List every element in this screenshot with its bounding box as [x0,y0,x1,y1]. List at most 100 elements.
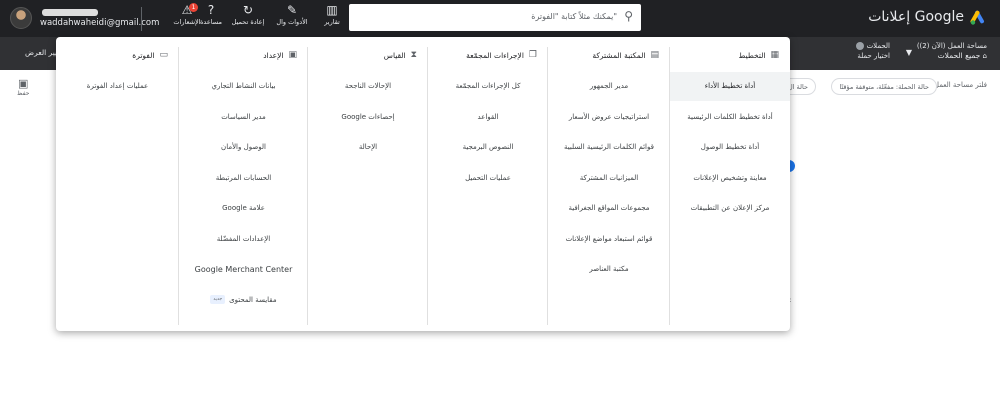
top-header: waddahwaheidi@gmail.com ⚠ 1 الإشعارات ? … [0,0,1000,37]
menu-heading-bulk-actions: ❐ الإجراءات المجمّعة [466,50,537,60]
menu-heading-label: الإجراءات المجمّعة [466,50,524,60]
new-badge: جديد [210,295,226,304]
menu-item-label: مجموعات المواقع الجغرافية [568,204,650,212]
menu-item-planning-2[interactable]: أداة تخطيط الوصول [670,133,790,162]
menu-heading-label: الإعداد [263,50,284,60]
library-icon: ▤ [650,50,659,60]
menu-item-shared-library-3[interactable]: الميزانيات المشتركة [548,164,670,193]
campaign-selector[interactable]: الحملات اختيار حملة [856,41,890,61]
campaign-status-dot [856,42,865,50]
calendar-icon: ▦ [770,50,779,60]
menu-item-label: مكتبة العناصر [589,265,629,273]
menu-heading-planning: ▦ التخطيط [738,50,779,60]
menu-item-label: كل الإجراءات المجمّعة [455,82,521,90]
menu-column-measurement: ⧗ القياس الإحالات الناجحة إحصاءات Google الإ… [308,37,428,325]
refresh-button[interactable]: ↻ إعادة تحميل [226,3,270,27]
menu-item-label: مقايسة المحتوى [229,295,277,304]
menu-item-label: عمليات التحميل [465,173,511,182]
menu-column-shared-library: ▤ المكتبة المشتركة مدير الجمهور استراتيجيات… [548,37,670,325]
menu-heading-label: الفوترة [132,50,155,60]
save-button[interactable]: ▣ حفظ [17,77,29,97]
menu-item-bulk-actions-2[interactable]: النصوص البرمجية [428,133,548,162]
menu-item-shared-library-4[interactable]: مجموعات المواقع الجغرافية [548,194,670,223]
menu-item-label: الوصول والأمان [221,143,266,151]
brand-title: إعلانات Google [868,9,964,25]
campaign-status-filter-chip[interactable]: حالة الحملة: مفعّلة، متوقفة مؤقتًا [831,78,937,95]
reports-button[interactable]: ▥ تقارير [310,3,354,27]
menu-item-label: أداة تخطيط الأداء [704,82,756,90]
menu-column-billing: ▭ الفوترة عمليات إعداد الفوترة [56,37,179,325]
refresh-icon: ↻ [242,3,254,17]
save-icon: ▣ [18,77,29,90]
hourglass-icon: ⧗ [410,50,417,60]
search-input[interactable]: يمكنك مثلاً كتابة "الفوترة" ⚲ [349,4,641,31]
google-ads-logo-icon [970,10,987,25]
header-divider [141,7,142,31]
menu-item-label: معاينة وتشخيص الإعلانات [693,173,767,182]
menu-item-label: إحصاءات Google [341,112,395,121]
menu-heading-shared-library: ▤ المكتبة المشتركة [592,50,659,60]
menu-heading-label: القياس [383,50,406,60]
menu-item-label: الإحالات الناجحة [344,82,392,90]
menu-item-label: بيانات النشاط التجاري [211,82,276,90]
brand[interactable]: إعلانات Google [868,9,987,25]
menu-column-bulk-actions: ❐ الإجراءات المجمّعة كل الإجراءات المجمّعة… [428,37,548,325]
menu-item-measurement-1[interactable]: إحصاءات Google [308,103,428,132]
menu-item-billing-0[interactable]: عمليات إعداد الفوترة [56,72,179,101]
menu-item-setup-2[interactable]: الوصول والأمان [179,133,308,162]
menu-item-shared-library-1[interactable]: استراتيجيات عروض الأسعار [548,103,670,132]
copy-icon: ❐ [528,50,537,60]
tools-menu: ▦ التخطيط أداة تخطيط الأداء أداة تخطيط الكل… [56,37,790,331]
menu-item-label: الحسابات المرتبطة [215,173,272,182]
menu-item-bulk-actions-3[interactable]: عمليات التحميل [428,164,548,193]
menu-item-label: الإعدادات المفضّلة [216,234,271,243]
menu-item-label: مركز الإعلان عن التطبيقات [690,204,770,212]
tools-button[interactable]: ✎ الأدوات وال [270,3,314,27]
menu-item-measurement-2[interactable]: الإحالة [308,133,428,162]
home-icon: ⌂ [982,52,987,60]
menu-item-setup-1[interactable]: مدير السياسات [179,103,308,132]
menu-heading-label: المكتبة المشتركة [592,50,646,60]
account-selector[interactable]: مساحة العمل (الآن (2)) جميع الحملات ⌂ [917,41,987,61]
menu-item-label: عمليات إعداد الفوترة [86,82,149,90]
menu-item-planning-4[interactable]: مركز الإعلان عن التطبيقات [670,194,790,223]
menu-item-setup-4[interactable]: علامة Google [179,194,308,223]
menu-item-label: مدير الجمهور [589,82,629,90]
menu-item-label: قوائم الكلمات الرئيسية السلبية [564,143,654,151]
menu-item-shared-library-5[interactable]: قوائم استبعاد مواضع الإعلانات [548,225,670,254]
menu-item-label: الإحالة [358,143,378,151]
credit-card-icon: ▭ [159,50,168,60]
search-icon: ⚲ [624,9,633,23]
menu-item-shared-library-6[interactable]: مكتبة العناصر [548,255,670,284]
avatar[interactable] [10,7,32,29]
menu-item-setup-7[interactable]: مقايسة المحتوىجديد [179,286,308,315]
menu-item-shared-library-0[interactable]: مدير الجمهور [548,72,670,101]
menu-item-setup-5[interactable]: الإعدادات المفضّلة [179,225,308,254]
chevron-down-icon[interactable]: ▼ [906,48,912,57]
menu-item-setup-3[interactable]: الحسابات المرتبطة [179,164,308,193]
menu-item-label: الميزانيات المشتركة [579,173,639,182]
workspace-filter-label: فلتر مساحة العمل [933,81,987,89]
menu-item-setup-6[interactable]: Google Merchant Center [179,255,308,284]
menu-item-shared-library-2[interactable]: قوائم الكلمات الرئيسية السلبية [548,133,670,162]
menu-item-planning-1[interactable]: أداة تخطيط الكلمات الرئيسية [670,103,790,132]
menu-item-bulk-actions-1[interactable]: القواعد [428,103,548,132]
menu-heading-label: التخطيط [738,50,766,60]
menu-item-measurement-0[interactable]: الإحالات الناجحة [308,72,428,101]
menu-heading-setup: ▣ الإعداد [263,50,297,60]
search-placeholder: يمكنك مثلاً كتابة "الفوترة" [531,12,617,21]
menu-item-planning-3[interactable]: معاينة وتشخيص الإعلانات [670,164,790,193]
menu-item-bulk-actions-0[interactable]: كل الإجراءات المجمّعة [428,72,548,101]
menu-column-setup: ▣ الإعداد بيانات النشاط التجاري مدير السياس… [179,37,308,325]
menu-item-label: أداة تخطيط الكلمات الرئيسية [687,112,773,121]
menu-item-label: النصوص البرمجية [462,143,514,151]
menu-column-planning: ▦ التخطيط أداة تخطيط الأداء أداة تخطيط الكل… [670,37,790,325]
menu-item-planning-0[interactable]: أداة تخطيط الأداء [670,72,790,101]
menu-item-label: قوائم استبعاد مواضع الإعلانات [565,234,653,243]
menu-item-setup-0[interactable]: بيانات النشاط التجاري [179,72,308,101]
menu-heading-billing: ▭ الفوترة [132,50,168,60]
email-blur [42,9,98,16]
menu-item-label: Google Merchant Center [194,265,293,274]
reports-icon: ▥ [326,3,338,17]
account-area[interactable]: waddahwaheidi@gmail.com [10,7,159,29]
